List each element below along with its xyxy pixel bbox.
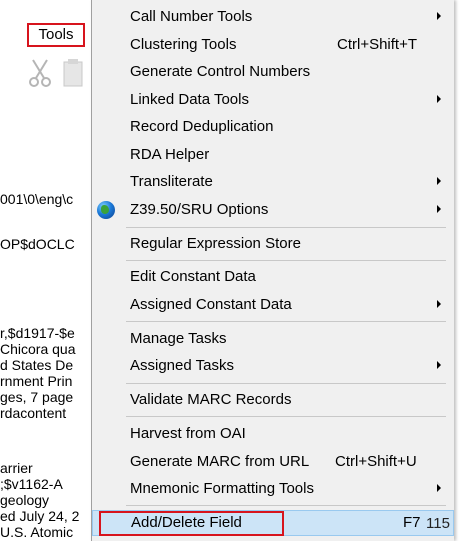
menu-item-label: Edit Constant Data [130,268,256,285]
menu-item-label: Record Deduplication [130,118,274,135]
submenu-arrow-icon [437,361,441,369]
submenu-arrow-icon [437,205,441,213]
menu-item-label: Validate MARC Records [130,391,292,408]
submenu-arrow-icon [437,484,441,492]
menu-separator [126,383,446,384]
menu-item-label: Assigned Constant Data [130,296,292,313]
record-text-line: ges, 7 page [0,389,74,405]
menu-item-z3950-sru-options[interactable]: Z39.50/SRU Options [92,197,454,223]
cut-icon[interactable] [27,58,53,88]
menu-item-label: Call Number Tools [130,8,253,25]
menu-item-label: Transliterate [130,173,213,190]
menu-separator [126,416,446,417]
record-text-line: ;$v1162-A [0,476,63,492]
submenu-arrow-icon [437,300,441,308]
menu-separator [126,227,446,228]
clipboard-icon[interactable] [62,58,84,88]
record-text-line: rnment Prin [0,373,73,389]
globe-icon [97,201,115,219]
menu-item-label: Linked Data Tools [130,91,249,108]
tools-dropdown-menu: Call Number Tools Clustering Tools Ctrl+… [91,0,454,541]
record-text-line: rdacontent [0,405,67,421]
menu-item-clustering-tools[interactable]: Clustering Tools Ctrl+Shift+T [92,32,454,58]
menu-item-shortcut: Ctrl+Shift+T [337,36,418,53]
record-text-line: arrier [0,460,33,476]
menu-item-call-number-tools[interactable]: Call Number Tools [92,4,454,30]
menu-item-generate-marc-from-url[interactable]: Generate MARC from URL Ctrl+Shift+U [92,449,454,475]
menu-item-label: Regular Expression Store [130,235,301,252]
record-text-line: r,$d1917-$e [0,325,75,341]
menu-item-label: Manage Tasks [130,330,227,347]
menu-item-assigned-tasks[interactable]: Assigned Tasks [92,353,454,379]
menu-item-label: Z39.50/SRU Options [130,201,269,218]
record-text-line: d States De [0,357,74,373]
menu-item-validate-marc-records[interactable]: Validate MARC Records [92,387,454,413]
menu-item-label: Assigned Tasks [130,357,234,374]
record-text-line: geology [0,492,50,508]
menu-item-edit-constant-data[interactable]: Edit Constant Data [92,264,454,290]
record-text-line: 001\0\eng\c [0,191,74,207]
menu-item-label: RDA Helper [130,146,210,163]
record-text-line: Chicora qua [0,341,76,357]
menu-item-assigned-constant-data[interactable]: Assigned Constant Data [92,292,454,318]
menu-item-label: Clustering Tools [130,36,237,53]
tools-menu[interactable]: Tools [27,23,85,47]
menu-separator [126,260,446,261]
menu-item-manage-tasks[interactable]: Manage Tasks [92,326,454,352]
record-text-line: ed July 24, 2 [0,508,80,524]
menu-item-label: Generate MARC from URL [130,453,310,470]
submenu-arrow-icon [437,95,441,103]
menu-item-rda-helper[interactable]: RDA Helper [92,142,454,168]
menu-item-label: Generate Control Numbers [130,63,311,80]
record-text-line: U.S. Atomic [0,524,74,540]
menu-item-regular-expression-store[interactable]: Regular Expression Store [92,231,454,257]
menu-item-generate-control-numbers[interactable]: Generate Control Numbers [92,59,454,85]
menu-item-shortcut: F7 [403,514,421,531]
submenu-arrow-icon [437,177,441,185]
menu-item-transliterate[interactable]: Transliterate [92,169,454,195]
annotation-highlight-box [99,511,284,536]
menu-item-mnemonic-formatting-tools[interactable]: Mnemonic Formatting Tools [92,476,454,502]
menu-item-harvest-from-oai[interactable]: Harvest from OAI [92,421,454,447]
menu-item-shortcut: Ctrl+Shift+U [335,453,417,470]
record-text-line: OP$dOCLC [0,236,75,252]
menu-item-label: Mnemonic Formatting Tools [130,480,314,497]
page-number: 115 [426,515,450,532]
menu-item-label: Harvest from OAI [130,425,246,442]
menu-separator [126,321,446,322]
menu-item-linked-data-tools[interactable]: Linked Data Tools [92,87,454,113]
submenu-arrow-icon [437,12,441,20]
menu-item-record-deduplication[interactable]: Record Deduplication [92,114,454,140]
menu-separator [126,505,446,506]
